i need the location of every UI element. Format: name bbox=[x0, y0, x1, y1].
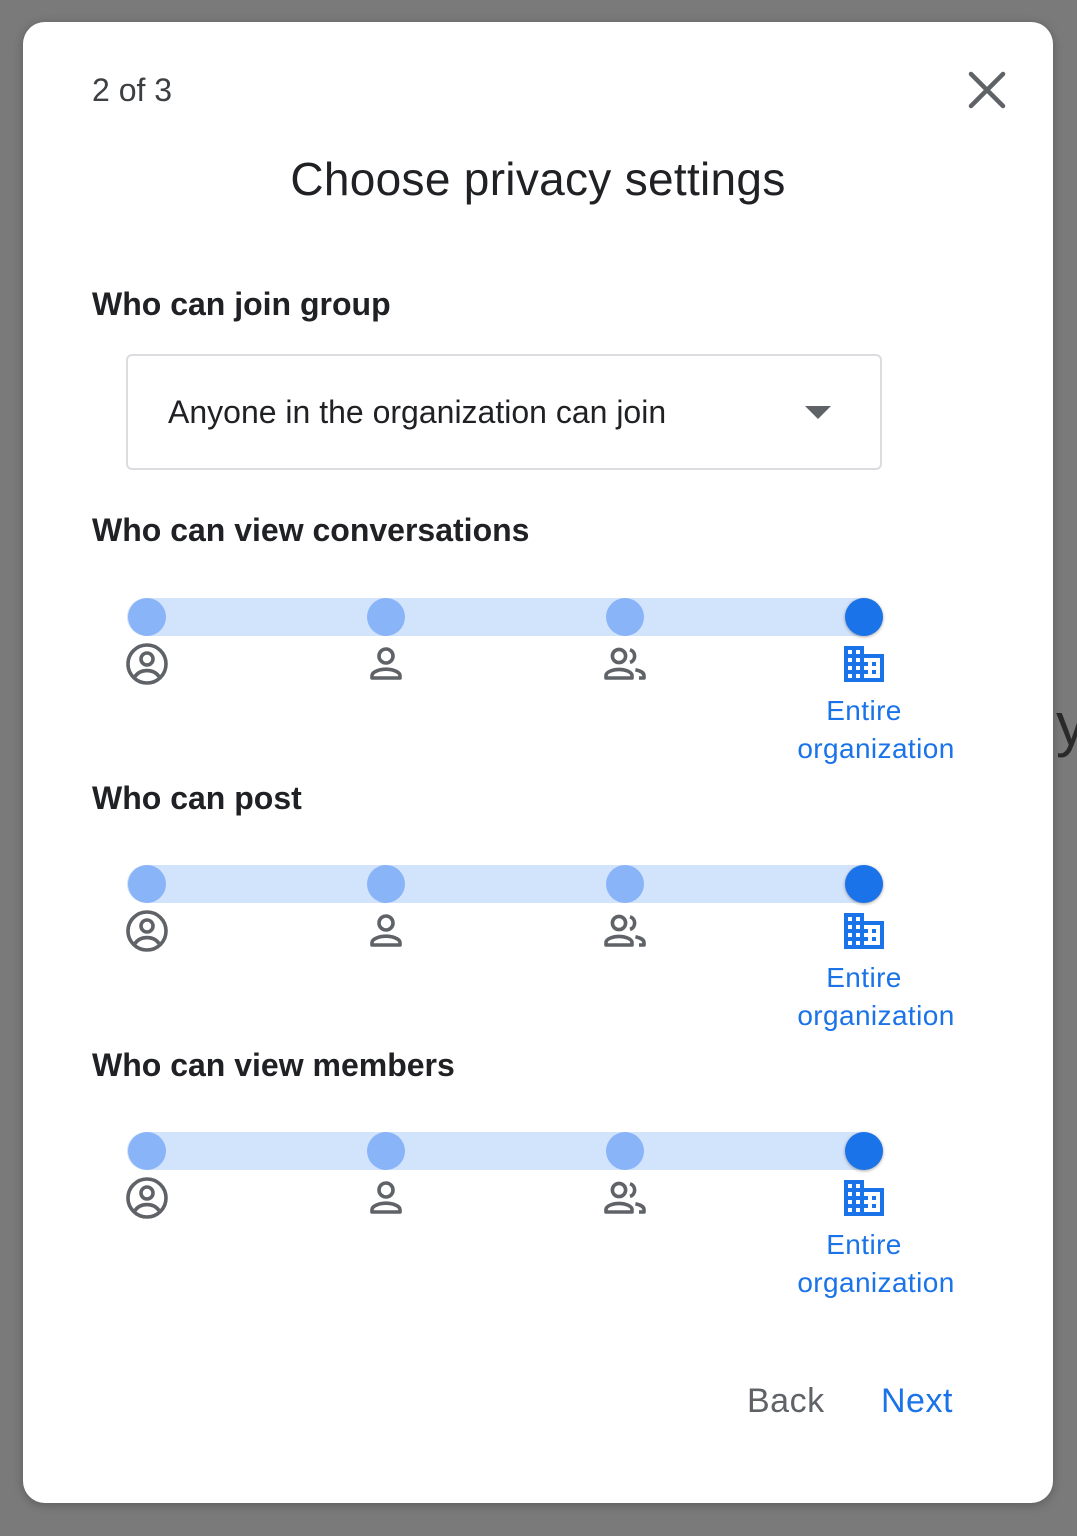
slider-stop-entire-organization[interactable] bbox=[845, 598, 883, 636]
account-circle-icon bbox=[126, 643, 168, 685]
slider-track[interactable] bbox=[127, 598, 883, 636]
selected-option-label-line2: organization bbox=[797, 1267, 955, 1298]
slider-stop-private[interactable] bbox=[128, 865, 166, 903]
back-button[interactable]: Back bbox=[747, 1382, 825, 1421]
domain-building-icon bbox=[844, 913, 884, 949]
slider-track[interactable] bbox=[127, 1132, 883, 1170]
slider-stop-private[interactable] bbox=[128, 598, 166, 636]
dialog-title: Choose privacy settings bbox=[290, 153, 786, 205]
slider-stop-entire-organization[interactable] bbox=[845, 865, 883, 903]
slider-stop-private[interactable] bbox=[128, 1132, 166, 1170]
domain-building-icon bbox=[844, 646, 884, 682]
person-icon bbox=[370, 914, 402, 947]
close-icon bbox=[968, 71, 1006, 109]
selected-option-label: Entire organization bbox=[754, 959, 974, 1035]
view-members-slider[interactable]: Entire organization bbox=[23, 1114, 1053, 1344]
people-icon bbox=[604, 647, 646, 680]
selected-option-label: Entire organization bbox=[754, 692, 974, 768]
person-icon bbox=[370, 1181, 402, 1214]
step-indicator: 2 of 3 bbox=[92, 72, 173, 108]
selected-option-label-line1: Entire bbox=[826, 695, 902, 726]
join-group-label: Who can join group bbox=[92, 286, 391, 322]
slider-stop-members[interactable] bbox=[606, 865, 644, 903]
selected-option-label-line1: Entire bbox=[826, 962, 902, 993]
slider-stop-owners[interactable] bbox=[367, 865, 405, 903]
slider-stop-owners[interactable] bbox=[367, 1132, 405, 1170]
slider-stop-members[interactable] bbox=[606, 1132, 644, 1170]
slider-stop-members[interactable] bbox=[606, 598, 644, 636]
post-slider[interactable]: Entire organization bbox=[23, 847, 1053, 1077]
dropdown-arrow-icon bbox=[805, 406, 831, 419]
selected-option-label-line2: organization bbox=[797, 1000, 955, 1031]
account-circle-icon bbox=[126, 1177, 168, 1219]
people-icon bbox=[604, 914, 646, 947]
background-page-glyph: y bbox=[1056, 691, 1077, 758]
slider-stop-owners[interactable] bbox=[367, 598, 405, 636]
slider-stop-entire-organization[interactable] bbox=[845, 1132, 883, 1170]
view-conversations-slider[interactable]: Entire organization bbox=[23, 580, 1053, 810]
slider-track[interactable] bbox=[127, 865, 883, 903]
view-conversations-label: Who can view conversations bbox=[92, 512, 530, 548]
close-button[interactable] bbox=[961, 64, 1013, 116]
people-icon bbox=[604, 1181, 646, 1214]
next-button[interactable]: Next bbox=[881, 1382, 953, 1421]
account-circle-icon bbox=[126, 910, 168, 952]
selected-option-label-line1: Entire bbox=[826, 1229, 902, 1260]
join-group-dropdown[interactable]: Anyone in the organization can join bbox=[126, 354, 882, 470]
view-members-label: Who can view members bbox=[92, 1047, 455, 1083]
post-label: Who can post bbox=[92, 780, 302, 816]
join-group-selected-value: Anyone in the organization can join bbox=[168, 394, 667, 430]
selected-option-label-line2: organization bbox=[797, 733, 955, 764]
privacy-settings-dialog: 2 of 3 Choose privacy settings Who can j… bbox=[23, 22, 1053, 1503]
person-icon bbox=[370, 647, 402, 680]
selected-option-label: Entire organization bbox=[754, 1226, 974, 1302]
domain-building-icon bbox=[844, 1180, 884, 1216]
